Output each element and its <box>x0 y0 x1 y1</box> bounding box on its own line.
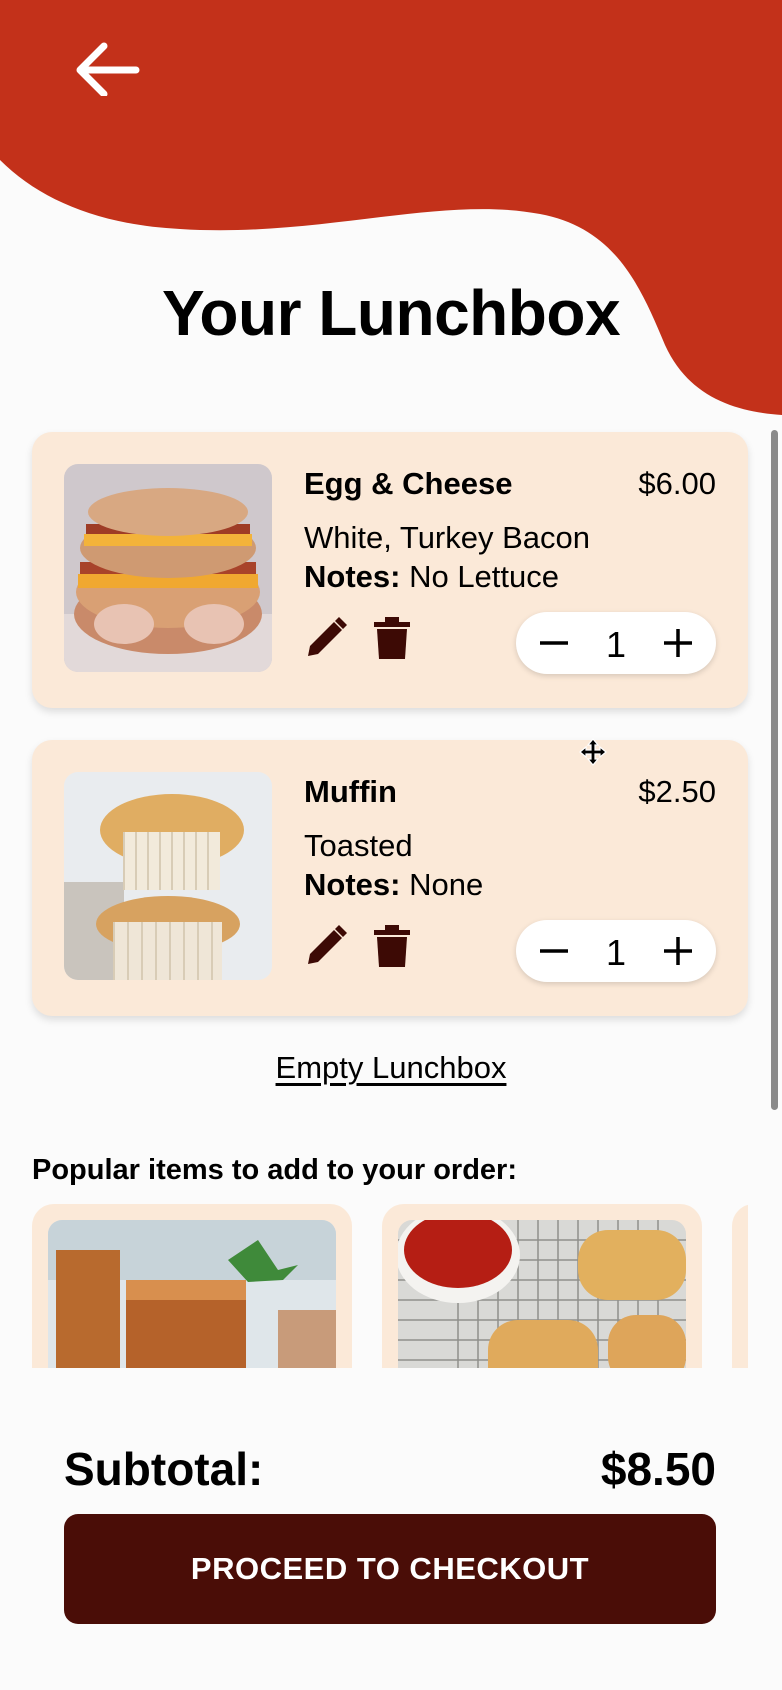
item-name: Muffin <box>304 774 397 809</box>
delete-button[interactable] <box>372 924 412 968</box>
notes-value: None <box>409 867 484 902</box>
cart-item-card: Egg & Cheese $6.00 White, Turkey Bacon N… <box>32 432 748 708</box>
quantity-stepper: 1 <box>516 612 716 674</box>
empty-lunchbox-link[interactable]: Empty Lunchbox <box>0 1050 782 1086</box>
notes-label: Notes: <box>304 559 401 594</box>
popular-item-card[interactable] <box>32 1204 352 1368</box>
notes-label: Notes: <box>304 867 401 902</box>
edit-button[interactable] <box>304 924 348 968</box>
move-cursor-icon <box>579 738 607 766</box>
plus-icon <box>664 629 692 657</box>
hash-brown-image <box>398 1220 686 1368</box>
item-price: $2.50 <box>638 774 716 809</box>
delete-button[interactable] <box>372 616 412 660</box>
edit-button[interactable] <box>304 616 348 660</box>
notes-value: No Lettuce <box>409 559 560 594</box>
item-price: $6.00 <box>638 466 716 501</box>
subtotal-label: Subtotal: <box>64 1443 264 1495</box>
back-button[interactable] <box>70 40 140 98</box>
egg-cheese-image <box>64 464 272 672</box>
pencil-icon <box>308 617 347 656</box>
muffin-image <box>64 772 272 980</box>
increase-quantity-button[interactable] <box>658 623 698 663</box>
item-options: Toasted <box>304 828 413 863</box>
plus-icon <box>664 937 692 965</box>
trash-icon <box>374 925 410 967</box>
item-name: Egg & Cheese <box>304 466 513 501</box>
popular-item-card[interactable] <box>382 1204 702 1368</box>
cart-item-card: Muffin $2.50 Toasted Notes: None 1 <box>32 740 748 1016</box>
increase-quantity-button[interactable] <box>658 931 698 971</box>
subtotal-value: $8.50 <box>600 1443 716 1495</box>
arrow-left-icon <box>76 42 140 98</box>
popular-items-heading: Popular items to add to your order: <box>32 1154 517 1186</box>
quantity-stepper: 1 <box>516 920 716 982</box>
item-options: White, Turkey Bacon <box>304 520 591 555</box>
iced-tea-image <box>48 1220 336 1368</box>
proceed-to-checkout-button[interactable]: PROCEED TO CHECKOUT <box>64 1514 716 1624</box>
page-title: Your Lunchbox <box>161 277 621 349</box>
popular-item-card[interactable] <box>732 1204 748 1368</box>
pencil-icon <box>308 925 347 964</box>
scrollbar[interactable] <box>771 430 778 1110</box>
item-notes: Notes: None <box>304 867 483 903</box>
item-notes: Notes: No Lettuce <box>304 559 559 595</box>
trash-icon <box>374 617 410 659</box>
popular-items-carousel[interactable] <box>0 1204 748 1368</box>
